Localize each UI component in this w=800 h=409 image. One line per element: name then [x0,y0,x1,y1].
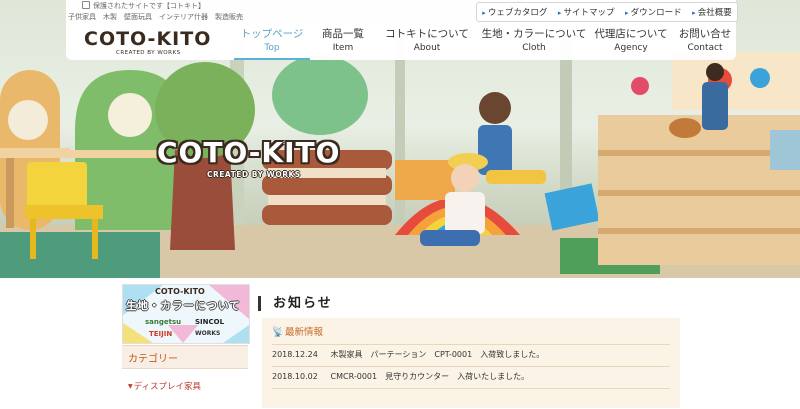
news-date: 2018.10.02 [272,372,318,381]
antenna-icon: 📡 [272,327,284,338]
news-text: 木製家具 パーテーション CPT-0001 入荷致しました。 [330,350,545,359]
logo-text: COTO-KITO [84,28,212,50]
nav-top[interactable]: トップページ Top [234,26,310,60]
util-download-link[interactable]: ダウンロード [625,6,682,18]
brand-sincol: SINCOL [195,318,225,326]
util-web-catalog-link[interactable]: ウェブカタログ [482,6,548,18]
brand-works: WORKS [195,330,221,337]
util-sitemap-link[interactable]: サイトマップ [558,6,614,18]
main-nav: トップページ Top 商品一覧 Item コトキトについて About 生地・カ… [234,26,738,60]
news-item-partial [272,388,670,409]
nav-cloth[interactable]: 生地・カラーについて Cloth [478,26,590,60]
secure-site-note: 保護されたサイトです【コトキト】 [82,1,205,11]
news-date: 2018.12.24 [272,350,318,359]
lock-icon [82,1,90,9]
util-company-link[interactable]: 会社概要 [692,6,732,18]
news-header: 📡最新情報 [272,327,324,338]
nav-contact[interactable]: お問い合せ Contact [672,26,738,60]
banner-logo: COTO-KITO [155,287,205,296]
hero-logo-text: COTO-KITO [157,136,341,169]
category-label: カテゴリー [128,354,178,365]
brand-teijin: TEIJIN [149,330,173,338]
nav-agency[interactable]: 代理店について Agency [590,26,672,60]
cloth-color-banner[interactable]: COTO-KITO 生地・カラーについて sangetsu SINCOL TEI… [122,284,250,344]
news-item[interactable]: 2018.10.02 CMCR-0001 見守りカウンター 入荷いたしました。 [272,366,670,387]
news-text: CMCR-0001 見守りカウンター 入荷いたしました。 [330,372,530,381]
brand-sangetsu: sangetsu [145,318,182,326]
logo-subtitle: CREATED BY WORKS [116,50,181,56]
nav-about[interactable]: コトキトについて About [376,26,478,60]
banner-title: 生地・カラーについて [126,300,241,312]
news-item[interactable]: 2018.12.24 木製家具 パーテーション CPT-0001 入荷致しました… [272,344,670,365]
hero-logo-subtitle: CREATED BY WORKS [207,170,301,179]
nav-item-list[interactable]: 商品一覧 Item [310,26,376,60]
news-box: 📡最新情報 2018.12.24 木製家具 パーテーション CPT-0001 入… [262,318,680,408]
hero-logo: COTO-KITO CREATED BY WORKS [157,136,341,179]
site-logo[interactable]: COTO-KITO CREATED BY WORKS [84,28,222,56]
header-keywords: 子供家具 木製 壁面玩具 インテリア什器 製造販売 [68,13,243,21]
category-header: カテゴリー [122,345,248,369]
category-display-furniture[interactable]: ディスプレイ家具 [128,380,201,392]
news-title: お知らせ [258,296,333,311]
utility-links: ウェブカタログ サイトマップ ダウンロード 会社概要 [476,2,738,22]
